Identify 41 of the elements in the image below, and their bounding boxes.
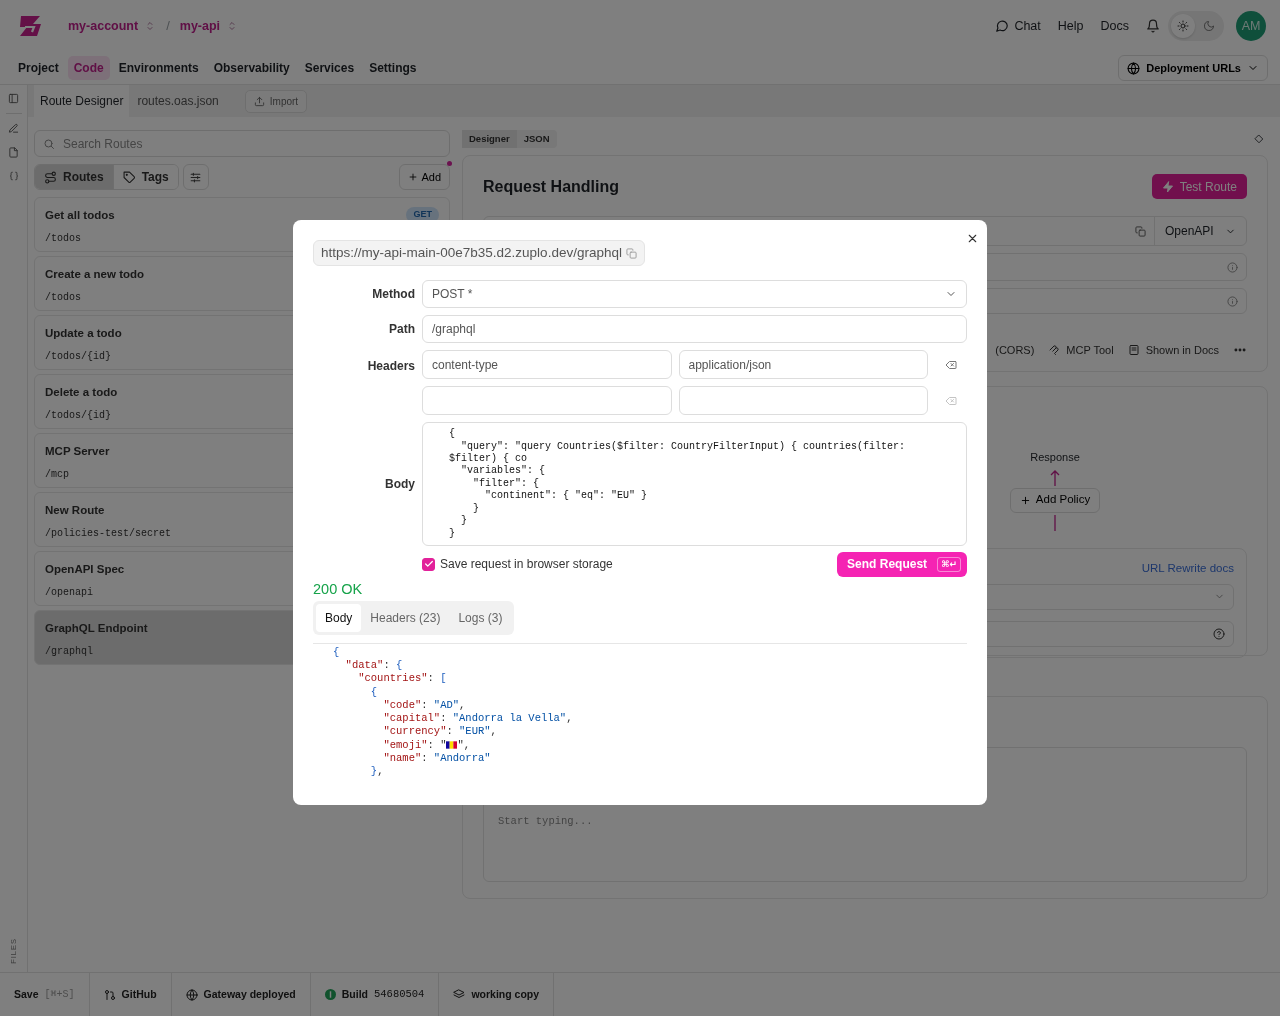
code-line: {: [449, 428, 455, 440]
route-path: /todos/{id}: [45, 409, 111, 424]
field-label: Method: [371, 286, 415, 304]
code-line: {: [333, 645, 340, 658]
section-title: Request Handling: [483, 176, 619, 197]
code-line: },: [370, 765, 384, 778]
code-line: {: [370, 685, 378, 698]
route-title: GraphQL Endpoint: [45, 621, 148, 636]
route-title: Create a new todo: [45, 267, 145, 282]
code-line: "code": "AD",: [383, 698, 466, 711]
code-line: "capital": "Andorra la Vella",: [383, 712, 573, 725]
code-line: "countries": [: [358, 672, 447, 685]
code-line: "filter": {: [473, 477, 540, 489]
code-line: }: [461, 515, 468, 527]
route-title: Get all todos: [45, 208, 115, 223]
route-path: /todos/{id}: [45, 350, 111, 365]
route-path: /todos: [45, 232, 81, 247]
flow-label: Response: [1030, 450, 1080, 465]
code-text: "emoji": ": [383, 738, 447, 751]
build-number: 54680504: [374, 986, 425, 1002]
shortcut-hint: ⌘↵: [937, 556, 961, 573]
code-line: "query": "query Countries($filter: CountryFilterInput) { countries(filter: $filter) { co: [449, 440, 907, 465]
route-path: /graphql: [45, 645, 93, 660]
route-title: Delete a todo: [45, 385, 118, 400]
code-text: ",: [457, 738, 471, 751]
code-line: }: [449, 527, 455, 539]
breadcrumb-separator: /: [166, 17, 170, 36]
response-status: 200 OK: [313, 579, 364, 599]
route-path: /openapi: [45, 586, 93, 601]
route-title: OpenAPI Spec: [45, 562, 125, 577]
route-title: Update a todo: [45, 326, 122, 341]
route-path: /policies-test/secret: [45, 527, 172, 542]
route-title: New Route: [45, 503, 105, 518]
route-title: MCP Server: [45, 444, 110, 459]
route-path: /mcp: [45, 468, 69, 483]
route-path: /todos: [45, 291, 81, 306]
code-line: "currency": "EUR",: [383, 725, 497, 738]
code-line: }: [473, 502, 480, 514]
code-line: "continent": { "eq": "EU" }: [485, 490, 648, 502]
code-line: "variables": {: [461, 465, 546, 477]
field-label: Path: [388, 321, 415, 339]
